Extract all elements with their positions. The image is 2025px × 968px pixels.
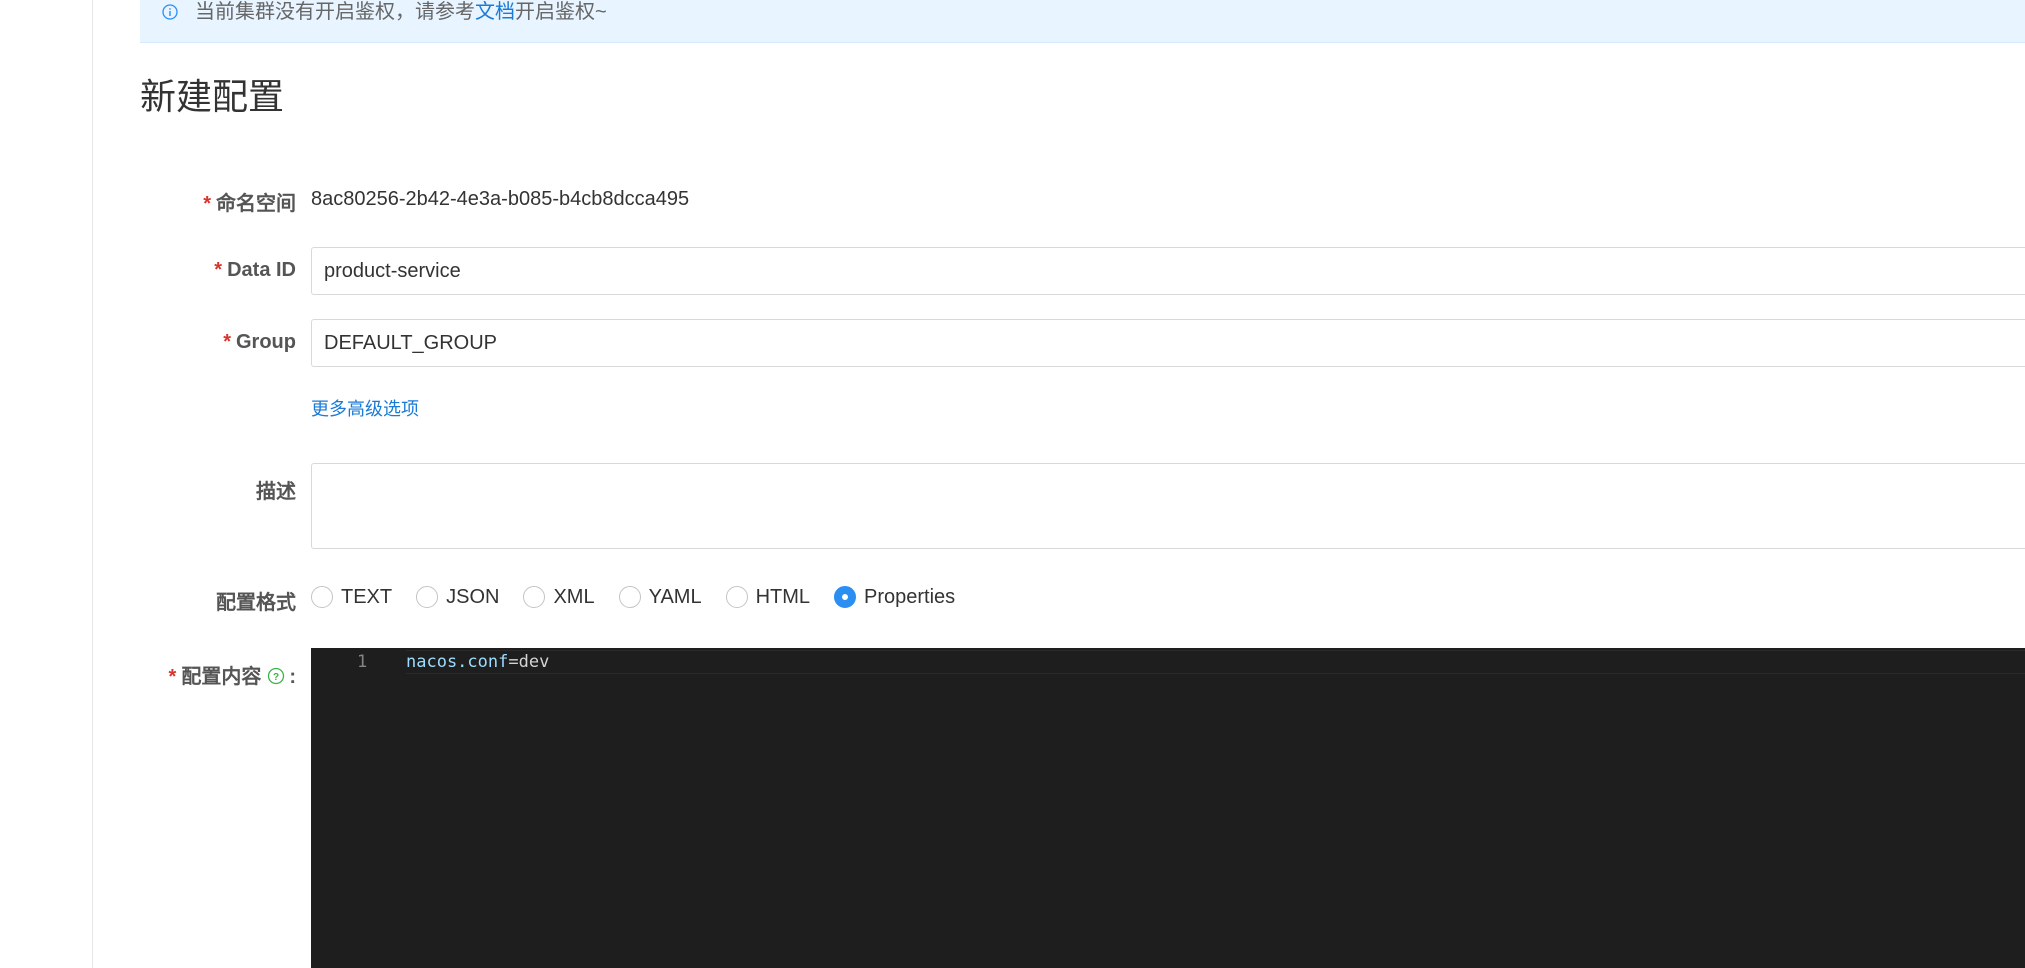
code-value: dev bbox=[518, 652, 550, 672]
format-radio-yaml[interactable]: YAML bbox=[618, 585, 702, 609]
notice-text-before: 当前集群没有开启鉴权，请参考 bbox=[195, 1, 475, 23]
description-label-text: 描述 bbox=[256, 481, 296, 503]
content-label-text: 配置内容 bbox=[181, 666, 262, 688]
format-radio-json[interactable]: JSON bbox=[416, 586, 499, 609]
content-label-colon: : bbox=[289, 666, 296, 688]
description-label: 描述 bbox=[140, 475, 296, 504]
docs-link[interactable]: 文档 bbox=[475, 1, 515, 23]
format-label-text: 配置格式 bbox=[216, 592, 296, 614]
group-label-text: Group bbox=[236, 331, 296, 353]
radio-circle-selected[interactable] bbox=[834, 586, 857, 608]
format-radio-properties[interactable]: Properties bbox=[834, 586, 955, 609]
radio-label: Properties bbox=[864, 585, 956, 608]
namespace-value: 8ac80256-2b42-4e3a-b085-b4cb8dcca495 bbox=[311, 188, 690, 210]
format-radio-xml[interactable]: XML bbox=[523, 585, 595, 609]
notice-text: 当前集群没有开启鉴权，请参考文档开启鉴权~ bbox=[195, 0, 607, 24]
data-id-input[interactable] bbox=[311, 247, 2025, 295]
namespace-label-text: 命名空间 bbox=[216, 193, 296, 215]
format-label: 配置格式 bbox=[140, 586, 296, 615]
auth-notice-banner: 当前集群没有开启鉴权，请参考文档开启鉴权~ bbox=[140, 0, 2025, 43]
config-content-editor[interactable]: 1 nacos.conf=dev bbox=[311, 648, 2025, 968]
radio-circle[interactable] bbox=[311, 586, 333, 608]
current-line-highlight bbox=[406, 650, 2025, 674]
description-textarea[interactable] bbox=[311, 463, 2025, 549]
code-key: nacos.conf bbox=[406, 652, 509, 672]
required-mark: * bbox=[203, 193, 211, 215]
format-radio-text[interactable]: TEXT bbox=[311, 586, 392, 609]
code-line[interactable]: nacos.conf=dev bbox=[406, 652, 549, 672]
required-mark: * bbox=[223, 331, 231, 353]
radio-label: YAML bbox=[648, 585, 702, 608]
data-id-label-text: Data ID bbox=[227, 259, 296, 281]
radio-label: HTML bbox=[755, 585, 811, 608]
question-circle-icon[interactable]: ? bbox=[267, 667, 285, 685]
format-radio-html[interactable]: HTML bbox=[725, 585, 811, 609]
data-id-label: * Data ID bbox=[140, 259, 296, 282]
radio-label: XML bbox=[553, 585, 595, 608]
left-sidebar-rail bbox=[0, 0, 93, 968]
radio-label: TEXT bbox=[341, 585, 393, 608]
svg-text:?: ? bbox=[273, 672, 279, 683]
content-label: * 配置内容?: bbox=[140, 660, 296, 689]
group-label: * Group bbox=[140, 331, 296, 354]
page-title: 新建配置 bbox=[140, 76, 285, 117]
radio-label: JSON bbox=[446, 585, 500, 608]
info-circle-icon bbox=[162, 4, 178, 20]
code-equals: = bbox=[508, 652, 519, 672]
notice-text-after: 开启鉴权~ bbox=[515, 1, 607, 23]
radio-circle[interactable] bbox=[416, 586, 439, 608]
radio-circle[interactable] bbox=[725, 586, 748, 608]
radio-circle[interactable] bbox=[618, 586, 641, 608]
group-input[interactable] bbox=[311, 319, 2025, 367]
line-number: 1 bbox=[357, 652, 368, 672]
radio-circle[interactable] bbox=[523, 586, 546, 608]
format-radio-group: TEXT JSON XML YAML HTML Properties bbox=[311, 584, 979, 610]
namespace-label: * 命名空间 bbox=[140, 187, 296, 216]
required-mark: * bbox=[168, 666, 177, 688]
more-advanced-options-link[interactable]: 更多高级选项 bbox=[311, 395, 419, 421]
required-mark: * bbox=[214, 259, 223, 281]
